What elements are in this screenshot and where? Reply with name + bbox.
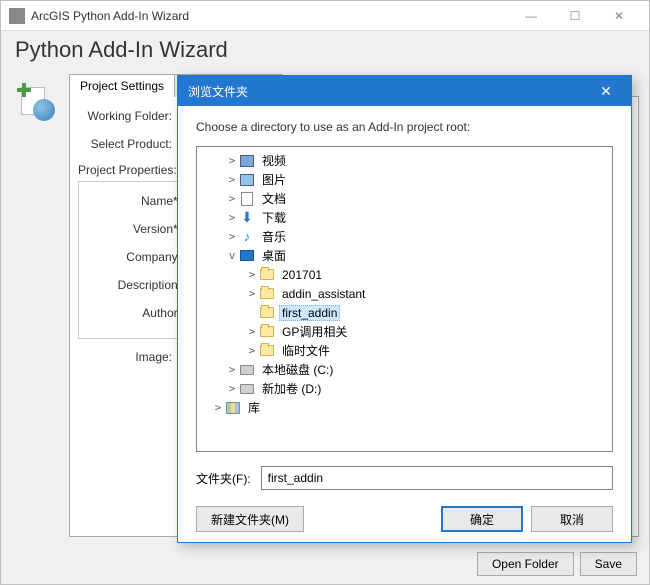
- folder-name-input[interactable]: [261, 466, 613, 490]
- pic-icon: [239, 173, 255, 187]
- tree-item[interactable]: > GP调用相关: [197, 322, 612, 341]
- maximize-button[interactable]: ☐: [553, 2, 597, 30]
- music-icon: ♪: [239, 230, 255, 244]
- tree-toggle-icon[interactable]: >: [225, 154, 239, 167]
- folder-field-label: 文件夹(F):: [196, 470, 251, 487]
- tree-item[interactable]: > 文档: [197, 189, 612, 208]
- tree-toggle-icon[interactable]: v: [225, 249, 239, 262]
- company-label: Company:: [87, 250, 187, 264]
- save-button[interactable]: Save: [580, 552, 637, 576]
- disk-icon: [239, 382, 255, 396]
- tree-item-label: 下载: [259, 208, 289, 227]
- tree-item[interactable]: > 视频: [197, 151, 612, 170]
- new-folder-button[interactable]: 新建文件夹(M): [196, 506, 304, 532]
- tree-toggle-icon[interactable]: >: [225, 192, 239, 205]
- folder-tree[interactable]: >视频>图片>文档>⬇下载>♪音乐v桌面>201701>addin_assist…: [196, 146, 613, 452]
- tree-item-label: 桌面: [259, 246, 289, 265]
- description-label: Description:: [87, 278, 187, 292]
- name-label: Name*:: [87, 194, 187, 208]
- tree-toggle-icon[interactable]: >: [245, 268, 259, 281]
- folder-icon: [259, 344, 275, 358]
- tree-toggle-icon[interactable]: >: [225, 173, 239, 186]
- page-title: Python Add-In Wizard: [1, 31, 649, 73]
- tree-item[interactable]: v 桌面: [197, 246, 612, 265]
- dialog-close-button[interactable]: ✕: [591, 76, 621, 106]
- folder-icon: [259, 306, 275, 320]
- tree-toggle-icon[interactable]: >: [225, 363, 239, 376]
- tree-item-label: 文档: [259, 189, 289, 208]
- minimize-button[interactable]: —: [509, 2, 553, 30]
- tree-toggle-icon[interactable]: >: [211, 401, 225, 414]
- tree-item-label: 视频: [259, 151, 289, 170]
- dialog-title: 浏览文件夹: [188, 83, 591, 100]
- dialog-instruction: Choose a directory to use as an Add-In p…: [196, 120, 613, 134]
- tab-project-settings[interactable]: Project Settings: [69, 74, 175, 97]
- version-label: Version*:: [87, 222, 187, 236]
- tree-toggle-icon[interactable]: >: [225, 382, 239, 395]
- image-label: Image:: [78, 350, 178, 364]
- tree-item[interactable]: > 本地磁盘 (C:): [197, 360, 612, 379]
- working-folder-label: Working Folder:: [78, 109, 178, 123]
- window-title: ArcGIS Python Add-In Wizard: [31, 9, 509, 23]
- ok-button[interactable]: 确定: [441, 506, 523, 532]
- tree-item-label: 本地磁盘 (C:): [259, 360, 336, 379]
- tree-toggle-icon[interactable]: >: [225, 211, 239, 224]
- tree-item-label: 库: [245, 398, 263, 417]
- lib-icon: [225, 401, 241, 415]
- disk-icon: [239, 363, 255, 377]
- doc-icon: [239, 192, 255, 206]
- desktop-icon: [239, 249, 255, 263]
- open-folder-button[interactable]: Open Folder: [477, 552, 574, 576]
- tree-item[interactable]: >库: [197, 398, 612, 417]
- video-icon: [239, 154, 255, 168]
- main-window: ArcGIS Python Add-In Wizard — ☐ ✕ Python…: [0, 0, 650, 585]
- tree-item-label: 201701: [279, 267, 325, 283]
- tree-item[interactable]: > 新加卷 (D:): [197, 379, 612, 398]
- folder-icon: [259, 325, 275, 339]
- tree-item[interactable]: >⬇ 下载: [197, 208, 612, 227]
- app-icon: [9, 8, 25, 24]
- titlebar: ArcGIS Python Add-In Wizard — ☐ ✕: [1, 1, 649, 31]
- tree-item-label: 新加卷 (D:): [259, 379, 324, 398]
- tree-item-label: 音乐: [259, 227, 289, 246]
- tree-item[interactable]: > 图片: [197, 170, 612, 189]
- tree-item-label: GP调用相关: [279, 322, 350, 341]
- tree-item[interactable]: > 临时文件: [197, 341, 612, 360]
- tree-item[interactable]: first_addin: [197, 303, 612, 322]
- tree-item[interactable]: >201701: [197, 265, 612, 284]
- folder-icon: [259, 287, 275, 301]
- folder-icon: [259, 268, 275, 282]
- tree-toggle-icon[interactable]: >: [245, 325, 259, 338]
- footer-buttons: Open Folder Save: [477, 552, 637, 576]
- author-label: Author:: [87, 306, 187, 320]
- dialog-titlebar: 浏览文件夹 ✕: [178, 76, 631, 106]
- tree-item-label: 图片: [259, 170, 289, 189]
- select-product-label: Select Product:: [78, 137, 178, 151]
- cancel-button[interactable]: 取消: [531, 506, 613, 532]
- down-icon: ⬇: [239, 211, 255, 225]
- wizard-icon: [15, 81, 55, 121]
- browse-folder-dialog: 浏览文件夹 ✕ Choose a directory to use as an …: [177, 75, 632, 543]
- tree-item-label: first_addin: [279, 305, 340, 321]
- tree-toggle-icon[interactable]: >: [245, 344, 259, 357]
- tree-item[interactable]: >♪ 音乐: [197, 227, 612, 246]
- tree-toggle-icon[interactable]: >: [245, 287, 259, 300]
- close-button[interactable]: ✕: [597, 2, 641, 30]
- tree-item[interactable]: > addin_assistant: [197, 284, 612, 303]
- tree-item-label: 临时文件: [279, 341, 333, 360]
- tree-toggle-icon[interactable]: >: [225, 230, 239, 243]
- tree-item-label: addin_assistant: [279, 286, 368, 302]
